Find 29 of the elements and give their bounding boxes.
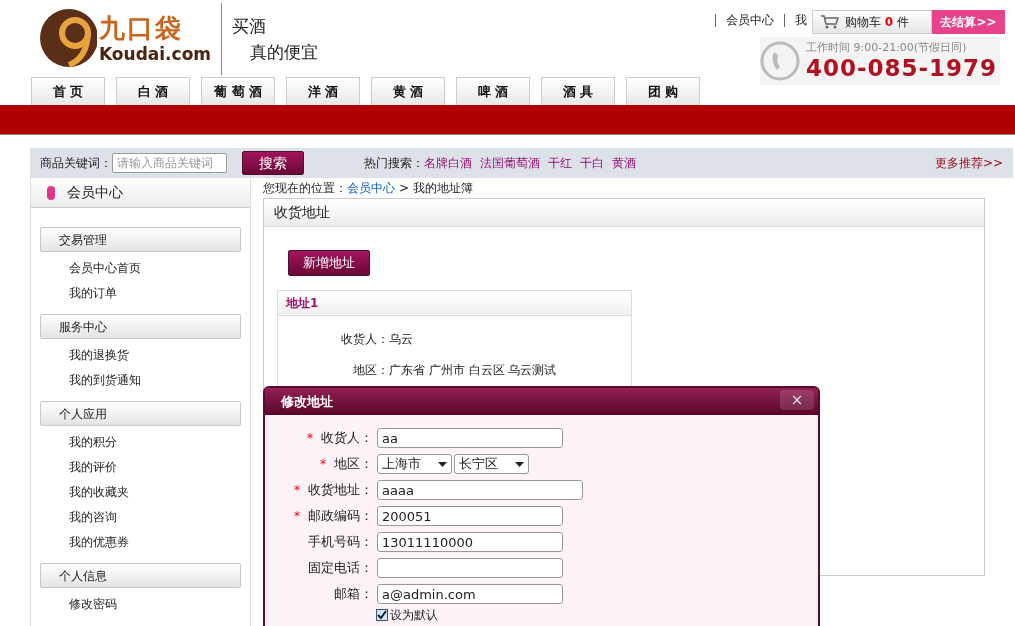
card-field-value: 广东省 广州市 白云区 乌云测试 xyxy=(389,362,557,379)
field-label: 地区： xyxy=(334,455,373,474)
card-field-label: 收货人： xyxy=(340,331,389,348)
hot-search-label: 热门搜索： xyxy=(364,155,424,172)
field-label: 邮政编码： xyxy=(308,507,373,526)
card-field-value: 乌云 xyxy=(389,331,413,348)
panel-title: 收货地址 xyxy=(274,203,330,222)
required-mark: * xyxy=(320,456,326,473)
required-mark: * xyxy=(294,482,300,499)
field-label: 邮箱： xyxy=(334,585,373,604)
field-label: 手机号码： xyxy=(308,533,373,552)
required-mark: * xyxy=(294,508,300,525)
hotline-number: 400-085-1979 xyxy=(806,55,998,81)
field-label: 固定电话： xyxy=(308,559,373,578)
required-mark: * xyxy=(307,430,313,447)
breadcrumb-label: 您现在的位置： xyxy=(263,180,347,197)
keyword-label: 商品关键词： xyxy=(40,155,112,172)
field-label: 收货人： xyxy=(321,429,373,448)
slogan-text: 买酒 xyxy=(232,15,268,37)
work-hours: 工作时间 9:00-21:00(节假日同) xyxy=(806,41,968,55)
logo-name: 九口袋 xyxy=(99,12,184,44)
slogan-text: 真的便宜 xyxy=(250,41,319,64)
breadcrumb-current: > 我的地址簿 xyxy=(399,180,473,197)
logo-domain: Koudai.com xyxy=(99,44,212,64)
dialog-title: 修改地址 xyxy=(281,392,333,411)
card-field-label: 地区： xyxy=(352,362,389,379)
cart-label: 购物车 0 件 xyxy=(845,14,909,31)
field-label: 收货地址： xyxy=(308,481,373,500)
card-title: 地址1 xyxy=(286,295,319,312)
